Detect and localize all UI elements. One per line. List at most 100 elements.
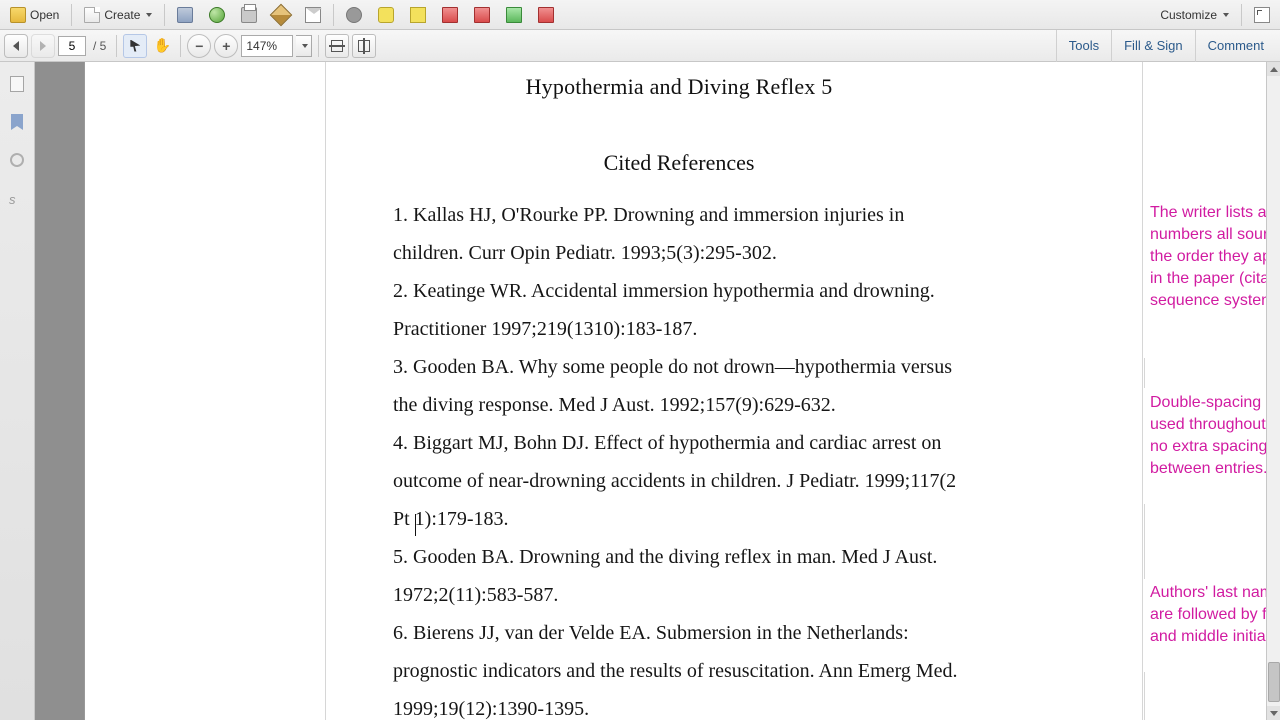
comment-bubble-button[interactable] (371, 3, 401, 27)
prev-page-button[interactable] (4, 34, 28, 58)
annotation-rule (1144, 504, 1145, 579)
pdf-red-icon (474, 7, 490, 23)
arrow-left-icon (13, 41, 19, 51)
scroll-down-button[interactable] (1267, 706, 1280, 720)
customize-label: Customize (1160, 8, 1217, 22)
expand-icon (1254, 7, 1270, 23)
pdf-action-3-button[interactable] (499, 3, 529, 27)
chevron-down-icon (302, 44, 308, 48)
folder-icon (10, 7, 26, 23)
pdf-action-1-button[interactable] (435, 3, 465, 27)
edit-button[interactable] (266, 3, 296, 27)
open-button[interactable]: Open (3, 3, 66, 27)
note-icon (410, 7, 426, 23)
fit-page-button[interactable] (352, 34, 376, 58)
reference-entry: 5. Gooden BA. Drowning and the diving re… (393, 538, 965, 614)
toolbar-separator (164, 4, 165, 26)
web-button[interactable] (202, 3, 232, 27)
fit-width-button[interactable] (325, 34, 349, 58)
document-viewport[interactable]: Hypothermia and Diving Reflex 5 Cited Re… (35, 62, 1280, 720)
toolbar-separator (1241, 4, 1242, 26)
bookmarks-panel-button[interactable] (5, 110, 29, 134)
reference-entry: 4. Biggart MJ, Bohn DJ. Effect of hypoth… (393, 424, 965, 538)
references-body: 1. Kallas HJ, O'Rourke PP. Drowning and … (393, 196, 965, 720)
scroll-up-button[interactable] (1267, 62, 1280, 76)
hand-icon: ✋ (154, 37, 171, 54)
signatures-panel-button[interactable]: s (5, 186, 29, 210)
page-number-input[interactable] (58, 36, 86, 56)
print-button[interactable] (234, 3, 264, 27)
pdf-red-icon (538, 7, 554, 23)
zoom-level-field[interactable]: 147% (241, 35, 293, 57)
main-toolbar: Open Create Customize (0, 0, 1280, 30)
zoom-dropdown-button[interactable] (296, 35, 312, 57)
page-total-label: / 5 (89, 39, 110, 53)
attachment-icon (7, 150, 26, 169)
chevron-down-icon (1223, 13, 1229, 17)
signature-icon: s (9, 192, 25, 204)
zoom-value: 147% (246, 39, 277, 53)
pdf-action-2-button[interactable] (467, 3, 497, 27)
customize-button[interactable]: Customize (1153, 3, 1236, 27)
toolbar-separator (116, 35, 117, 57)
page-toolbar: / 5 ✋ − + 147% Tools Fill & Sign Comment (0, 30, 1280, 62)
workspace: s Hypothermia and Diving Reflex 5 Cited … (0, 62, 1280, 720)
reference-entry: 1. Kallas HJ, O'Rourke PP. Drowning and … (393, 196, 965, 272)
annotation-rule (1144, 672, 1145, 720)
cursor-icon (130, 40, 140, 52)
arrow-down-icon (1270, 711, 1278, 716)
vertical-scrollbar[interactable] (1266, 62, 1280, 720)
gear-icon (346, 7, 362, 23)
comment-tab[interactable]: Comment (1195, 30, 1276, 62)
chat-icon (378, 7, 394, 23)
fit-page-icon (358, 40, 370, 52)
text-cursor (415, 514, 416, 536)
mail-icon (305, 7, 321, 23)
zoom-out-button[interactable]: − (187, 34, 211, 58)
thumbnails-panel-button[interactable] (5, 72, 29, 96)
toolbar-separator (333, 4, 334, 26)
sticky-note-button[interactable] (403, 3, 433, 27)
annotation-note: The writer lists and numbers all sources… (1150, 202, 1280, 312)
pdf-action-4-button[interactable] (531, 3, 561, 27)
fit-width-icon (331, 40, 343, 52)
annotation-note: Authors' last names are followed by firs… (1150, 582, 1280, 648)
annotation-note: Double-spacing is used throughout, with … (1150, 392, 1280, 480)
document-icon (84, 7, 100, 23)
read-mode-button[interactable] (1247, 3, 1277, 27)
thumbnail-icon (10, 76, 24, 92)
reference-entry: 6. Bierens JJ, van der Velde EA. Submers… (393, 614, 965, 720)
save-button[interactable] (170, 3, 200, 27)
next-page-button[interactable] (31, 34, 55, 58)
hand-tool-button[interactable]: ✋ (150, 34, 174, 58)
attachments-panel-button[interactable] (5, 148, 29, 172)
pdf-page: Hypothermia and Diving Reflex 5 Cited Re… (85, 62, 1280, 720)
reference-entry: 2. Keatinge WR. Accidental immersion hyp… (393, 272, 965, 348)
zoom-in-button[interactable]: + (214, 34, 238, 58)
nav-sidebar: s (0, 62, 35, 720)
create-label: Create (104, 8, 140, 22)
save-icon (177, 7, 193, 23)
email-button[interactable] (298, 3, 328, 27)
globe-icon (209, 7, 225, 23)
pen-icon (270, 3, 293, 26)
fill-sign-tab[interactable]: Fill & Sign (1111, 30, 1195, 62)
settings-button[interactable] (339, 3, 369, 27)
arrow-right-icon (40, 41, 46, 51)
bookmark-icon (11, 114, 23, 130)
tools-tab[interactable]: Tools (1056, 30, 1111, 62)
right-panel-tabs: Tools Fill & Sign Comment (1056, 30, 1276, 62)
pdf-green-icon (506, 7, 522, 23)
section-title: Cited References (393, 150, 965, 176)
toolbar-separator (180, 35, 181, 57)
toolbar-separator (71, 4, 72, 26)
arrow-up-icon (1270, 67, 1278, 72)
scrollbar-thumb[interactable] (1268, 662, 1280, 702)
create-button[interactable]: Create (77, 3, 159, 27)
annotation-rule (1144, 358, 1145, 388)
reference-entry: 3. Gooden BA. Why some people do not dro… (393, 348, 965, 424)
select-tool-button[interactable] (123, 34, 147, 58)
chevron-down-icon (146, 13, 152, 17)
pdf-red-icon (442, 7, 458, 23)
open-label: Open (30, 8, 59, 22)
